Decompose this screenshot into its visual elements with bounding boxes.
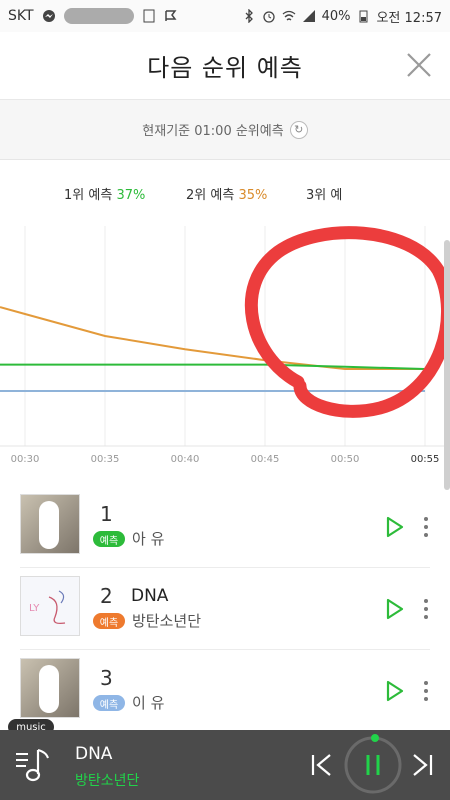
previous-track-icon[interactable]: [308, 752, 334, 778]
legend-label: 1위 예측: [64, 188, 113, 203]
legend-label: 2위 예측: [186, 188, 235, 203]
list-item: LY 2 DNA 예측 방탄소년단: [0, 574, 450, 654]
legend-label: 3위 예: [306, 188, 343, 203]
bluetooth-icon: [245, 9, 253, 23]
divider: [20, 567, 430, 568]
artist-name: 방탄소년단: [132, 612, 202, 630]
pause-button[interactable]: [342, 734, 404, 796]
refresh-icon[interactable]: ↻: [289, 120, 308, 139]
rank-number: 2: [100, 584, 113, 608]
flag-icon: [164, 10, 177, 21]
more-options-icon[interactable]: [420, 597, 432, 621]
song-title: DNA: [131, 586, 169, 606]
divider: [20, 649, 430, 650]
rank-number: 3: [100, 666, 113, 690]
x-tick-label: 00:40: [171, 454, 200, 465]
wifi-icon: [282, 10, 295, 21]
x-tick-label: 00:35: [91, 454, 120, 465]
status-bar: SKT 40% 오전 12:57: [0, 0, 450, 32]
status-left: SKT: [8, 8, 178, 24]
prediction-basis-text: 현재기준 01:00 순위예측: [142, 124, 284, 139]
rank-prediction-chart: 00:30 00:35 00:40 00:45 00:50 00:55: [0, 226, 450, 465]
now-playing-artist: 방탄소년단: [75, 773, 140, 789]
legend-item-2: 2위 예측 35%: [186, 184, 267, 203]
red-circle-annotation: [244, 226, 450, 418]
album-cover: [20, 494, 80, 554]
prediction-badge: 예측: [93, 695, 125, 711]
page-title: 다음 순위 예측: [147, 54, 303, 82]
artist-name: 아 유: [132, 530, 165, 548]
svg-text:LY: LY: [29, 603, 40, 614]
next-track-icon[interactable]: [410, 752, 436, 778]
clock: 오전 12:57: [376, 10, 442, 26]
legend-item-3: 3위 예: [306, 184, 342, 203]
x-tick-label: 00:45: [251, 454, 280, 465]
x-tick-label: 00:50: [331, 454, 360, 465]
image-icon: [143, 9, 155, 23]
album-cover: [20, 658, 80, 718]
album-cover: LY: [20, 576, 80, 636]
battery-level: 40%: [321, 8, 351, 24]
play-icon[interactable]: [382, 597, 406, 621]
page-header: 다음 순위 예측: [0, 32, 450, 100]
notification-blob: [63, 8, 134, 24]
chart-legend: 1위 예측 37% 2위 예측 35% 3위 예: [0, 184, 450, 206]
x-tick-label: 00:30: [11, 454, 40, 465]
legend-value: 37%: [116, 188, 146, 203]
now-playing-title: DNA: [75, 744, 113, 764]
close-icon[interactable]: [404, 50, 434, 80]
messenger-icon: [42, 10, 55, 22]
prediction-badge: 예측: [93, 531, 125, 547]
x-tick-label: 00:55: [411, 454, 440, 465]
more-options-icon[interactable]: [420, 515, 432, 539]
legend-item-1: 1위 예측 37%: [64, 184, 145, 203]
signal-icon: [302, 10, 315, 22]
album-art-dna: LY: [29, 590, 66, 625]
list-item: 1 예측 아 유: [0, 492, 450, 572]
series-line-1: [0, 306, 425, 370]
legend-value: 35%: [238, 188, 268, 203]
battery-icon: [359, 10, 368, 23]
list-item: 3 예측 이 유: [0, 656, 450, 736]
playlist-music-icon[interactable]: [14, 744, 54, 784]
mini-player: DNA 방탄소년단: [0, 730, 450, 800]
prediction-badge: 예측: [93, 613, 125, 629]
play-icon[interactable]: [382, 679, 406, 703]
artist-name: 이 유: [132, 694, 165, 712]
more-options-icon[interactable]: [420, 679, 432, 703]
alarm-icon: [262, 11, 275, 23]
status-right: 40% 오전 12:57: [242, 7, 442, 26]
play-icon[interactable]: [382, 515, 406, 539]
prediction-basis-bar: 현재기준 01:00 순위예측 ↻: [0, 100, 450, 160]
rank-number: 1: [100, 502, 113, 526]
carrier-label: SKT: [8, 8, 34, 24]
scrollbar[interactable]: [444, 240, 450, 490]
